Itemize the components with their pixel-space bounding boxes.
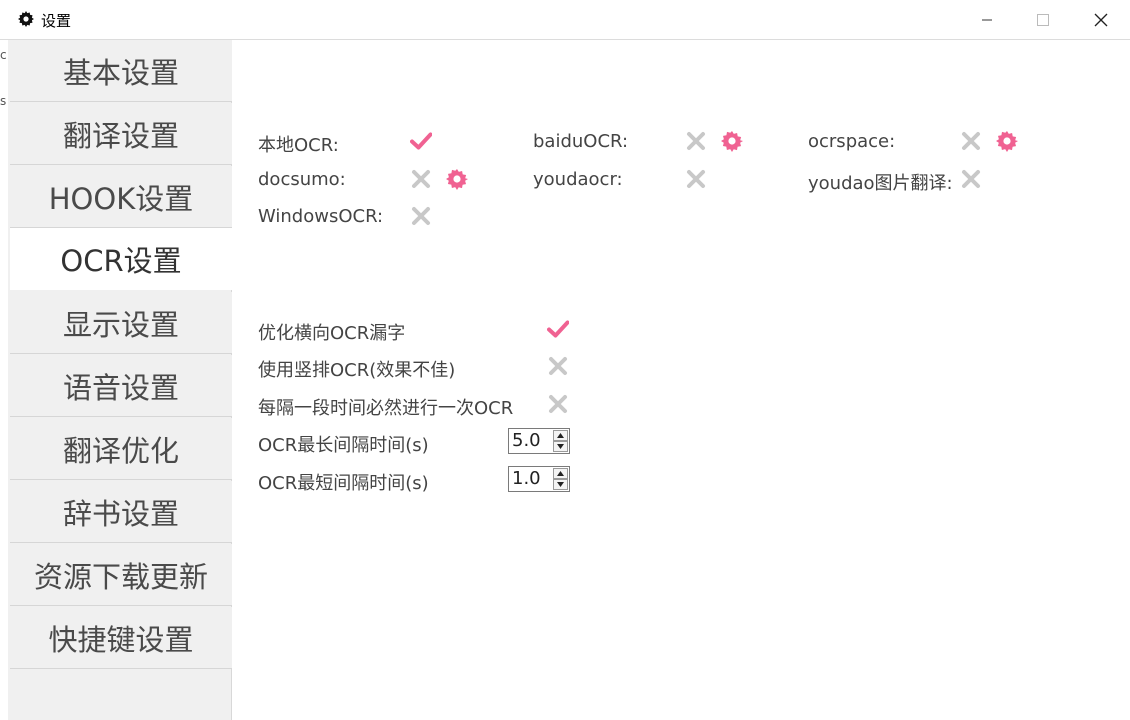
spin-up-button[interactable]: [553, 430, 568, 441]
sidebar-item-label: 辞书设置: [62, 496, 179, 531]
ocr-engine-label-docsumo: docsumo:: [258, 169, 346, 190]
sidebar-item-label: HOOK设置: [48, 181, 194, 216]
cross-icon[interactable]: [685, 168, 707, 190]
minimize-button[interactable]: [958, 0, 1016, 40]
max-interval-spinbox[interactable]: 5.0: [508, 428, 570, 454]
cross-icon[interactable]: [547, 393, 569, 415]
spin-down-button[interactable]: [553, 441, 568, 452]
option-label-horizontal-fix: 优化横向OCR漏字: [258, 323, 406, 344]
sidebar-item-ocr[interactable]: OCR设置: [10, 228, 232, 290]
spinbox-arrows: [553, 430, 568, 452]
sidebar-item-basic[interactable]: 基本设置: [10, 40, 232, 102]
triangle-down-icon: [557, 444, 564, 449]
sidebar-item-voice[interactable]: 语音设置: [10, 355, 232, 417]
gear-settings-icon[interactable]: [446, 168, 468, 190]
spin-up-button[interactable]: [553, 468, 568, 479]
sidebar-item-label: 翻译设置: [62, 118, 179, 153]
sidebar-item-translation[interactable]: 翻译设置: [10, 103, 232, 165]
cross-icon[interactable]: [960, 168, 982, 190]
ocr-engine-label-windows: WindowsOCR:: [258, 206, 384, 227]
ocr-engine-label-ocrspace: ocrspace:: [808, 131, 896, 152]
cross-icon[interactable]: [960, 130, 982, 152]
cross-icon[interactable]: [685, 130, 707, 152]
edge-fragment: s: [0, 94, 7, 108]
min-interval-spinbox[interactable]: 1.0: [508, 466, 570, 492]
background-window-edge: c s: [0, 44, 8, 720]
sidebar-item-label: OCR设置: [60, 244, 182, 278]
cross-icon[interactable]: [410, 205, 432, 227]
minimize-icon: [982, 19, 992, 21]
sidebar-item-hotkeys[interactable]: 快捷键设置: [10, 607, 232, 669]
triangle-up-icon: [557, 433, 564, 438]
sidebar-item-display[interactable]: 显示设置: [10, 292, 232, 354]
sidebar-item-label: 基本设置: [62, 55, 179, 90]
ocr-engine-label-local: 本地OCR:: [258, 135, 339, 156]
option-label-vertical-ocr: 使用竖排OCR(效果不佳): [258, 360, 456, 381]
sidebar-item-label: 翻译优化: [62, 433, 179, 468]
sidebar-item-label: 显示设置: [62, 307, 179, 342]
sidebar-item-resource-download[interactable]: 资源下载更新: [10, 544, 232, 606]
edge-fragment: c: [0, 48, 7, 62]
sidebar-item-hook[interactable]: HOOK设置: [10, 166, 232, 228]
close-icon: [1094, 13, 1108, 27]
spinner-label-min-interval: OCR最短间隔时间(s): [258, 473, 429, 494]
sidebar-item-label: 资源下载更新: [33, 559, 208, 594]
sidebar-item-label: 快捷键设置: [48, 622, 194, 657]
triangle-up-icon: [557, 471, 564, 476]
ocr-engine-label-youdao-image: youdao图片翻译:: [808, 173, 953, 194]
title-bar: 设置: [0, 0, 1130, 40]
option-label-periodic-ocr: 每隔一段时间必然进行一次OCR: [258, 398, 514, 419]
sidebar-item-dictionary[interactable]: 辞书设置: [10, 481, 232, 543]
spinbox-value: 1.0: [512, 468, 541, 489]
maximize-icon: [1037, 14, 1049, 26]
triangle-down-icon: [557, 482, 564, 487]
spinbox-arrows: [553, 468, 568, 490]
gear-settings-icon[interactable]: [996, 130, 1018, 152]
spinner-label-max-interval: OCR最长间隔时间(s): [258, 435, 429, 456]
gear-settings-icon[interactable]: [721, 130, 743, 152]
check-icon[interactable]: [547, 318, 569, 340]
ocr-engine-label-youdaocr: youdaocr:: [533, 169, 623, 190]
ocr-settings-panel: 本地OCR: baiduOCR: ocrspace: docsumo: youd…: [232, 40, 1130, 720]
settings-sidebar: 基本设置 翻译设置 HOOK设置 OCR设置 显示设置 语音设置 翻译优化 辞书…: [8, 40, 232, 720]
spin-down-button[interactable]: [553, 479, 568, 490]
spinbox-value: 5.0: [512, 430, 541, 451]
sidebar-item-translation-optimize[interactable]: 翻译优化: [10, 418, 232, 480]
maximize-button[interactable]: [1014, 0, 1072, 40]
cross-icon[interactable]: [547, 355, 569, 377]
window-title: 设置: [41, 12, 72, 30]
gear-icon: [18, 11, 34, 27]
cross-icon[interactable]: [410, 168, 432, 190]
check-icon[interactable]: [410, 130, 432, 152]
close-button[interactable]: [1072, 0, 1130, 40]
sidebar-item-label: 语音设置: [62, 370, 179, 405]
ocr-engine-label-baidu: baiduOCR:: [533, 131, 629, 152]
